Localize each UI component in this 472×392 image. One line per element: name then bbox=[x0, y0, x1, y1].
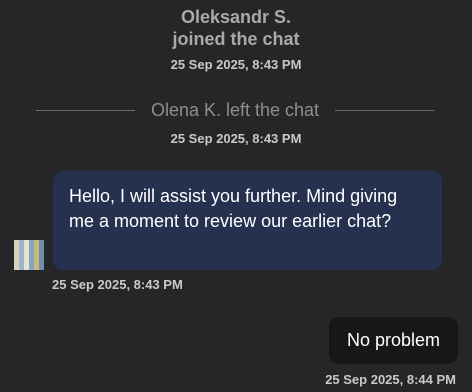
outgoing-message-timestamp: 25 Sep 2025, 8:44 PM bbox=[325, 372, 456, 387]
joined-user-name: Oleksandr S. bbox=[180, 7, 292, 27]
avatar-stripe bbox=[39, 240, 44, 270]
left-chat-text: Olena K. left the chat bbox=[150, 99, 320, 120]
divider-left bbox=[36, 109, 135, 111]
joined-action-text: joined the chat bbox=[172, 29, 300, 49]
incoming-message-text: Hello, I will assist you further. Mind g… bbox=[69, 186, 398, 231]
system-message-joined: Oleksandr S. joined the chat bbox=[0, 6, 472, 50]
chat-transcript: Oleksandr S. joined the chat 25 Sep 2025… bbox=[0, 0, 472, 392]
incoming-message-bubble: Hello, I will assist you further. Mind g… bbox=[53, 171, 442, 270]
outgoing-message-text: No problem bbox=[346, 330, 440, 350]
outgoing-message-bubble: No problem bbox=[328, 317, 458, 364]
system-message-left: Olena K. left the chat bbox=[36, 99, 435, 121]
system-joined-timestamp: 25 Sep 2025, 8:43 PM bbox=[170, 57, 302, 72]
system-left-timestamp: 25 Sep 2025, 8:43 PM bbox=[170, 131, 302, 146]
incoming-message-timestamp: 25 Sep 2025, 8:43 PM bbox=[52, 277, 183, 292]
striped-avatar-icon bbox=[14, 240, 44, 270]
divider-right bbox=[335, 109, 435, 111]
